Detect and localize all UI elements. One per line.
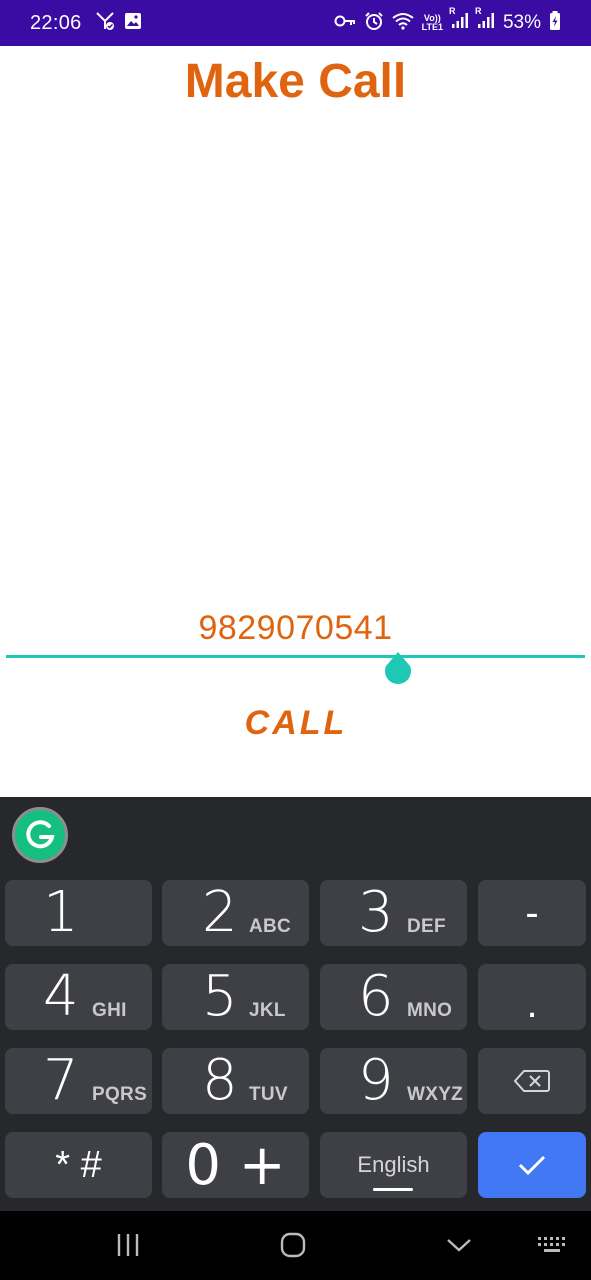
key-icon xyxy=(334,14,356,32)
language-space-key[interactable]: English xyxy=(320,1132,467,1198)
phone-number-input[interactable]: 9829070541 xyxy=(6,606,585,658)
key-5[interactable]: 5 JKL xyxy=(162,964,309,1030)
backspace-key[interactable] xyxy=(478,1048,586,1114)
key-dot[interactable]: . xyxy=(478,964,586,1030)
key-4[interactable]: 4 GHI xyxy=(5,964,152,1030)
back-icon[interactable] xyxy=(439,1227,479,1263)
page-title: Make Call xyxy=(184,55,407,108)
key-7[interactable]: 7 PQRS xyxy=(5,1048,152,1114)
navigation-bar xyxy=(0,1211,591,1280)
cell-signal-icon: R xyxy=(475,7,495,35)
key-9[interactable]: 9 WXYZ xyxy=(320,1048,467,1114)
signal-share-icon xyxy=(94,10,116,36)
keyboard-icon[interactable] xyxy=(532,1227,572,1263)
space-indicator xyxy=(373,1188,413,1191)
roaming-indicator: R xyxy=(448,6,456,16)
key-8[interactable]: 8 TUV xyxy=(162,1048,309,1114)
grammarly-icon[interactable] xyxy=(12,807,68,863)
status-bar: 22:06 Vo)) LTE1 R R 53% xyxy=(0,0,591,46)
status-time: 22:06 xyxy=(30,11,82,34)
screen: 22:06 Vo)) LTE1 R R 53% Make Call 982907… xyxy=(0,0,591,1280)
image-icon xyxy=(124,12,142,34)
wifi-icon xyxy=(392,12,414,34)
call-button[interactable]: CALL xyxy=(196,700,396,746)
text-cursor-handle[interactable] xyxy=(383,652,413,686)
phone-number-value: 9829070541 xyxy=(198,609,393,647)
recents-icon[interactable] xyxy=(108,1227,148,1263)
key-1[interactable]: 1 xyxy=(5,880,152,946)
done-key[interactable] xyxy=(478,1132,586,1198)
key-3[interactable]: 3 DEF xyxy=(320,880,467,946)
key-2[interactable]: 2 ABC xyxy=(162,880,309,946)
numeric-keyboard: 1 2 ABC 3 DEF - 4 GHI 5 JKL 6 MNO . 7 PQ… xyxy=(0,797,591,1211)
battery-percent: 53% xyxy=(502,12,541,33)
key-dash[interactable]: - xyxy=(478,880,586,946)
roaming-indicator: R xyxy=(474,6,482,16)
backspace-icon xyxy=(478,1048,586,1114)
key-6[interactable]: 6 MNO xyxy=(320,964,467,1030)
cell-signal-icon: R xyxy=(449,7,469,35)
volte-indicator: Vo)) LTE1 xyxy=(421,13,443,32)
checkmark-icon xyxy=(478,1132,586,1198)
home-icon[interactable] xyxy=(273,1227,313,1263)
battery-charging-icon xyxy=(549,11,561,35)
key-0-plus[interactable]: 0 + xyxy=(162,1132,309,1198)
key-star-hash[interactable]: * # xyxy=(5,1132,152,1198)
alarm-icon xyxy=(364,11,384,35)
